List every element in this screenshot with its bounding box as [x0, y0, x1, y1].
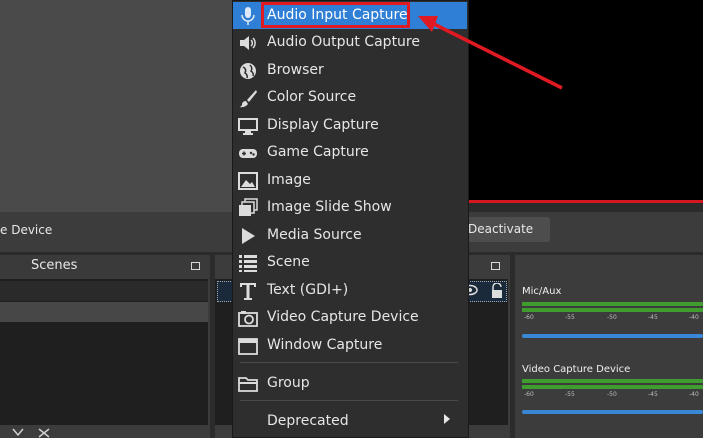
menu-separator [240, 400, 458, 401]
menu-item-window-capture[interactable]: Window Capture [233, 332, 467, 359]
menu-item-label: Browser [267, 62, 324, 78]
menu-separator [240, 362, 458, 363]
selected-source-label: e Device [0, 223, 53, 237]
menu-item-label: Audio Output Capture [267, 34, 420, 50]
menu-item-text-gdi[interactable]: Text (GDI+) [233, 277, 467, 304]
menu-item-deprecated[interactable]: Deprecated [233, 408, 467, 435]
meter-ticks: -60 -55 -50 -45 -40 [524, 314, 699, 321]
brush-icon [238, 88, 258, 108]
menu-item-label: Text (GDI+) [267, 282, 349, 298]
folder-icon [238, 374, 258, 394]
microphone-icon [238, 6, 258, 26]
image-icon [238, 171, 258, 191]
menu-item-image-slide-show[interactable]: Image Slide Show [233, 194, 467, 221]
menu-item-label: Display Capture [267, 117, 379, 133]
volume-slider[interactable] [522, 334, 703, 338]
volume-meter [522, 308, 703, 312]
menu-item-group[interactable]: Group [233, 370, 467, 397]
menu-item-label: Deprecated [267, 413, 349, 429]
gamepad-icon [238, 143, 258, 163]
menu-item-scene[interactable]: Scene [233, 249, 467, 276]
scene-row[interactable] [0, 281, 208, 301]
menu-item-label: Group [267, 375, 310, 391]
volume-meter [522, 385, 703, 389]
slideshow-icon [238, 198, 258, 218]
menu-item-image[interactable]: Image [233, 167, 467, 194]
scene-down-icon[interactable] [12, 428, 24, 438]
globe-icon [238, 61, 258, 81]
deactivate-button[interactable]: Deactivate [466, 217, 550, 242]
mixer-channel-name: Mic/Aux [522, 286, 562, 297]
menu-item-game-capture[interactable]: Game Capture [233, 139, 467, 166]
menu-item-label: Media Source [267, 227, 362, 243]
camera-icon [238, 308, 258, 328]
speaker-icon [238, 33, 258, 53]
menu-item-video-capture-device[interactable]: Video Capture Device [233, 304, 467, 331]
text-icon [238, 281, 258, 301]
menu-item-display-capture[interactable]: Display Capture [233, 112, 467, 139]
mixer-channel-name: Video Capture Device [522, 364, 631, 375]
play-icon [238, 226, 258, 246]
scene-row-selected[interactable] [0, 302, 208, 322]
monitor-icon [238, 116, 258, 136]
menu-item-label: Window Capture [267, 337, 383, 353]
volume-meter [522, 302, 703, 306]
scenes-dock-title: Scenes [31, 258, 78, 273]
lock-icon[interactable] [490, 283, 504, 299]
scenes-undock-icon[interactable] [191, 262, 200, 270]
annotation-arrow-icon [410, 10, 570, 95]
menu-item-media-source[interactable]: Media Source [233, 222, 467, 249]
list-icon [238, 253, 258, 273]
menu-item-label: Video Capture Device [267, 309, 419, 325]
sources-undock-icon[interactable] [491, 262, 500, 270]
menu-item-label: Color Source [267, 89, 357, 105]
volume-meter [522, 379, 703, 383]
volume-slider[interactable] [522, 410, 703, 414]
menu-item-label: Image [267, 172, 311, 188]
annotation-highlight-box [261, 2, 410, 28]
menu-item-label: Game Capture [267, 144, 369, 160]
menu-item-label: Image Slide Show [267, 199, 392, 215]
meter-ticks: -60 -55 -50 -45 -40 [524, 391, 699, 398]
submenu-arrow-icon [444, 414, 450, 424]
close-icon[interactable] [38, 428, 50, 438]
window-icon [238, 336, 258, 356]
menu-item-label: Scene [267, 254, 310, 270]
